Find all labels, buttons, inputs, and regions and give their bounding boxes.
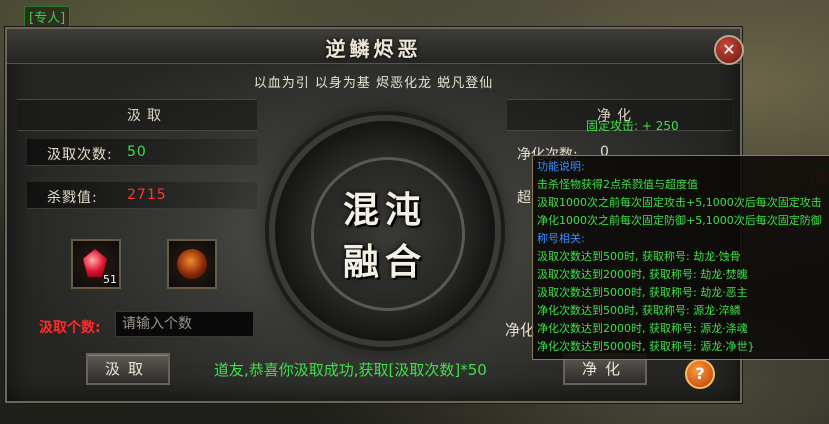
window-motto: 以血为引 以身为基 烬恶化龙 蜕凡登仙 — [253, 76, 494, 91]
superdegree-label: 超 — [517, 190, 531, 206]
item-slot-orb[interactable] — [167, 239, 217, 289]
function-tooltip: 功能说明: 击杀怪物获得2点杀戮值与超度值 汲取1000次之前每次固定攻击+5,… — [532, 155, 829, 360]
window-title: 逆鳞烬恶 — [325, 37, 422, 61]
emblem-text-top: 混沌 — [342, 189, 427, 231]
draw-header: 汲取 — [17, 99, 257, 131]
tooltip-line: 汲取1000次之前每次固定攻击+5,1000次后每次固定攻击 — [537, 196, 822, 209]
help-icon[interactable]: ? — [685, 359, 715, 389]
kill-value: 2715 — [127, 187, 167, 203]
item-slot-gem[interactable]: 51 — [71, 239, 121, 289]
tooltip-line: 净化1000次之前每次固定防御+5,1000次后每次固定防御 — [537, 214, 822, 227]
tooltip-line: 净化次数达到500时, 获取称号: 源龙·淬鳞 — [537, 304, 741, 317]
item-count: 51 — [103, 273, 117, 286]
title-bar: 逆鳞烬恶 — [7, 29, 740, 64]
chaos-emblem: 混沌 融合 — [275, 121, 495, 341]
result-message: 道友,恭喜你汲取成功,获取[汲取次数]*50 — [214, 361, 487, 379]
kill-value-row: 杀戮值: 2715 — [27, 182, 257, 209]
close-icon[interactable]: ✕ — [714, 35, 744, 65]
purify-amount-label: 净化 — [505, 321, 536, 339]
tooltip-line: 净化次数达到5000时, 获取称号: 源龙·净世} — [537, 340, 755, 353]
player-tag: [专人] — [24, 6, 71, 27]
draw-count-label: 汲取次数: — [47, 147, 113, 163]
draw-count-value: 50 — [127, 144, 147, 160]
tooltip-line: 汲取次数达到5000时, 获取称号: 劫龙·恶主 — [537, 286, 748, 299]
tooltip-line: 击杀怪物获得2点杀戮值与超度值 — [537, 178, 698, 191]
tooltip-line: 称号相关: — [537, 232, 585, 245]
tooltip-line: 净化次数达到2000时, 获取称号: 源龙·涤魂 — [537, 322, 748, 335]
fixed-attack-bonus: 固定攻击: + 250 — [586, 119, 679, 133]
tooltip-line: 汲取次数达到2000时, 获取称号: 劫龙·焚魄 — [537, 268, 748, 281]
emblem-text-bottom: 融合 — [342, 241, 427, 283]
tooltip-line: 功能说明: — [537, 160, 585, 173]
draw-count-row: 汲取次数: 50 — [27, 139, 257, 166]
tooltip-line: 汲取次数达到500时, 获取称号: 劫龙·蚀骨 — [537, 250, 741, 263]
draw-amount-label: 汲取个数: — [39, 320, 101, 336]
draw-header-label: 汲取 — [127, 108, 167, 124]
draw-amount-input[interactable]: 请输入个数 — [115, 311, 254, 337]
draw-button[interactable]: 汲取 — [86, 353, 170, 385]
fire-orb-icon — [177, 249, 207, 279]
kill-value-label: 杀戮值: — [47, 190, 98, 206]
